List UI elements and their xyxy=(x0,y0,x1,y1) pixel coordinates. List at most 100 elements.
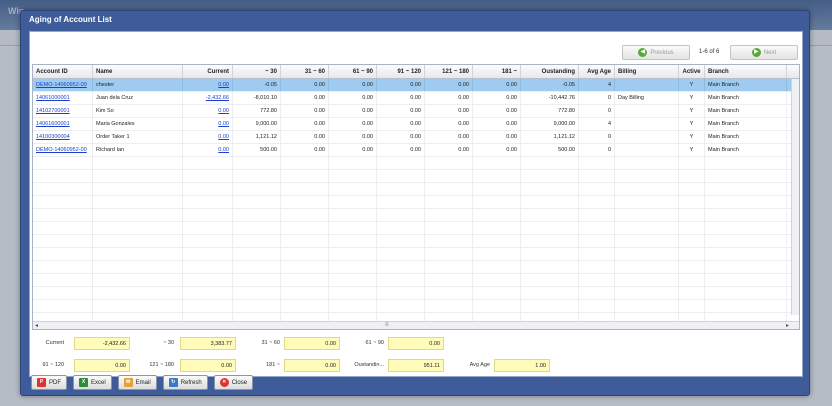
column-header-name[interactable]: Name xyxy=(93,65,183,78)
cell-branch: Main Branch xyxy=(705,92,787,104)
cell-current[interactable]: -2,432.66 xyxy=(183,92,233,104)
empty-row xyxy=(33,300,799,313)
empty-cell xyxy=(93,209,183,221)
cell-account-id[interactable]: DEMO-14060952-00 xyxy=(33,144,93,156)
column-header-d90[interactable]: 61 ~ 90 xyxy=(329,65,377,78)
cell-billing: Day Billing xyxy=(615,92,679,104)
cell-current[interactable]: 0.00 xyxy=(183,79,233,91)
table-row[interactable]: 14061000001 Juan dela Cruz -2,432.66 -8,010… xyxy=(33,92,799,105)
cell-name: Maria Gonzales xyxy=(93,118,183,130)
empty-cell xyxy=(377,248,425,260)
column-header-d181[interactable]: 181 ~ xyxy=(473,65,521,78)
column-header-avg-age[interactable]: Avg Age xyxy=(579,65,615,78)
refresh-icon: ↻ xyxy=(168,378,178,387)
empty-cell xyxy=(579,209,615,221)
empty-cell xyxy=(615,287,679,299)
cell-avg-age: 0 xyxy=(579,92,615,104)
table-row[interactable]: 14102700001 Kim So 0.00 772.80 0.00 0.00 0.00 0… xyxy=(33,105,799,118)
empty-row xyxy=(33,248,799,261)
cell-d90: 0.00 xyxy=(329,92,377,104)
empty-cell xyxy=(425,274,473,286)
column-header-d30[interactable]: ~ 30 xyxy=(233,65,281,78)
column-header-d180[interactable]: 121 ~ 180 xyxy=(425,65,473,78)
empty-cell xyxy=(679,209,705,221)
empty-cell xyxy=(183,222,233,234)
action-bar: P PDF X Excel ✉ Email ↻ Refresh ✕ Close xyxy=(31,375,254,391)
empty-cell xyxy=(183,170,233,182)
empty-cell xyxy=(679,300,705,312)
column-header-d60[interactable]: 31 ~ 60 xyxy=(281,65,329,78)
cell-d181: 0.00 xyxy=(473,105,521,117)
empty-cell xyxy=(425,300,473,312)
empty-cell xyxy=(329,183,377,195)
cell-account-id[interactable]: 14102700001 xyxy=(33,105,93,117)
cell-account-id[interactable]: 14061000001 xyxy=(33,92,93,104)
empty-cell xyxy=(425,183,473,195)
column-header-outstanding[interactable]: Oustanding xyxy=(521,65,579,78)
empty-cell xyxy=(579,261,615,273)
cell-d180: 0.00 xyxy=(425,131,473,143)
empty-cell xyxy=(33,261,93,273)
previous-label: Previous xyxy=(650,49,674,56)
cell-outstanding: 772.80 xyxy=(521,105,579,117)
scroll-left-icon[interactable]: ◂ xyxy=(35,322,38,329)
horizontal-scrollbar[interactable]: ◂ ≡ ▸ xyxy=(33,321,799,329)
empty-cell xyxy=(233,261,281,273)
table-row[interactable]: 14100300004 Order Taker 1 0.00 1,121.12 0.00… xyxy=(33,131,799,144)
column-header-active[interactable]: Active xyxy=(679,65,705,78)
empty-cell xyxy=(233,170,281,182)
previous-button[interactable]: ◀ Previous xyxy=(622,45,690,60)
next-button[interactable]: ▶ Next xyxy=(730,45,798,60)
empty-cell xyxy=(377,235,425,247)
cell-billing xyxy=(615,131,679,143)
empty-cell xyxy=(93,261,183,273)
summary-90-label: 61 ~ 90 xyxy=(365,340,384,346)
cell-d120: 0.00 xyxy=(377,105,425,117)
summary-outstanding-label: Oustandin... xyxy=(354,362,384,368)
vertical-scrollbar[interactable] xyxy=(791,79,799,315)
empty-row xyxy=(33,209,799,222)
empty-cell xyxy=(33,170,93,182)
table-row[interactable]: 14061600001 Maria Gonzales 0.00 9,000.00 0.0… xyxy=(33,118,799,131)
empty-cell xyxy=(679,287,705,299)
cell-current[interactable]: 0.00 xyxy=(183,131,233,143)
empty-cell xyxy=(521,235,579,247)
cell-current[interactable]: 0.00 xyxy=(183,118,233,130)
column-header-billing[interactable]: Billing xyxy=(615,65,679,78)
close-button[interactable]: ✕ Close xyxy=(213,375,254,390)
table-row[interactable]: DEMO-14060952-00 chester 0.00 -0.05 0.00 0.00… xyxy=(33,79,799,92)
cell-billing xyxy=(615,144,679,156)
empty-cell xyxy=(521,170,579,182)
scroll-right-icon[interactable]: ▸ xyxy=(786,322,789,329)
cell-account-id[interactable]: 14100300004 xyxy=(33,131,93,143)
cell-name: Juan dela Cruz xyxy=(93,92,183,104)
empty-cell xyxy=(521,222,579,234)
empty-cell xyxy=(705,209,787,221)
empty-cell xyxy=(233,248,281,260)
column-header-d120[interactable]: 91 ~ 120 xyxy=(377,65,425,78)
summary-181-field: 0.00 xyxy=(284,359,340,372)
scroll-grip-icon[interactable]: ≡ xyxy=(385,322,389,329)
refresh-button[interactable]: ↻ Refresh xyxy=(162,375,208,390)
grid-header: Account ID Name Current ~ 30 31 ~ 60 61 ~ 90 9… xyxy=(33,65,799,79)
empty-cell xyxy=(579,274,615,286)
arrow-left-icon: ◀ xyxy=(638,48,648,57)
excel-button[interactable]: X Excel xyxy=(73,375,112,390)
email-button[interactable]: ✉ Email xyxy=(117,375,157,390)
cell-name: Order Taker 1 xyxy=(93,131,183,143)
empty-cell xyxy=(281,261,329,273)
cell-account-id[interactable]: 14061600001 xyxy=(33,118,93,130)
cell-account-id[interactable]: DEMO-14060952-00 xyxy=(33,79,93,91)
summary-180-field: 0.00 xyxy=(180,359,236,372)
pdf-button[interactable]: P PDF xyxy=(31,375,67,390)
cell-name: Richard Ian xyxy=(93,144,183,156)
column-header-current[interactable]: Current xyxy=(183,65,233,78)
column-header-branch[interactable]: Branch xyxy=(705,65,787,78)
empty-cell xyxy=(521,248,579,260)
column-header-account-id[interactable]: Account ID xyxy=(33,65,93,78)
cell-d90: 0.00 xyxy=(329,131,377,143)
empty-cell xyxy=(183,248,233,260)
cell-current[interactable]: 0.00 xyxy=(183,144,233,156)
cell-current[interactable]: 0.00 xyxy=(183,105,233,117)
table-row[interactable]: DEMO-14060952-00 Richard Ian 0.00 500.00 0.0… xyxy=(33,144,799,157)
